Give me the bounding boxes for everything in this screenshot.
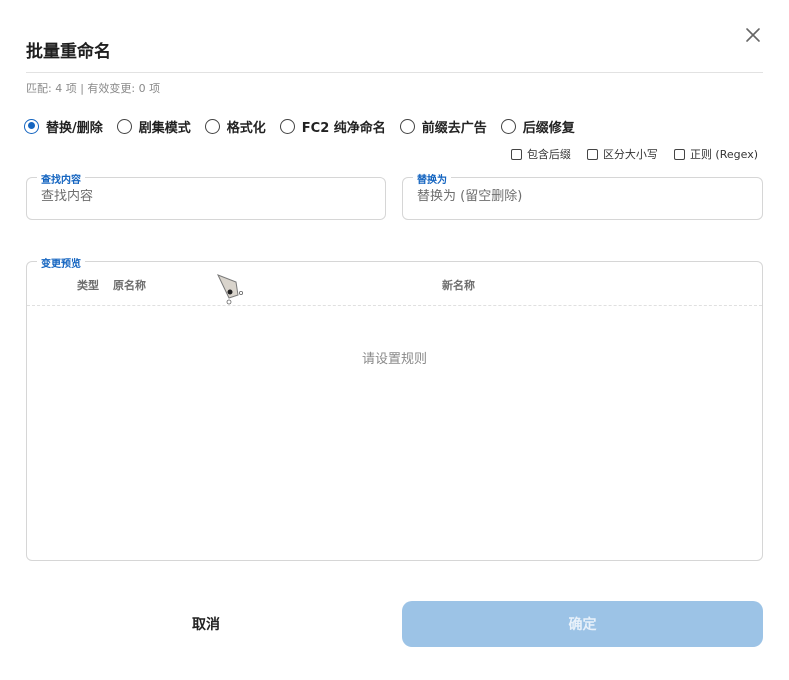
case-sensitive-checkbox[interactable]: 区分大小写 (586, 146, 658, 162)
mouse-cursor-icon (216, 273, 246, 307)
options-group: 包含后缀 区分大小写 正则 (Regex) (495, 146, 758, 162)
checkbox-label: 包含后缀 (526, 148, 571, 161)
column-header-type[interactable]: 类型 (77, 277, 99, 293)
radio-button-checked[interactable] (24, 118, 39, 134)
column-header-original-name[interactable]: 原名称 (113, 277, 146, 293)
mode-suffix-fix[interactable]: 后缀修复 (500, 117, 575, 136)
radio-button[interactable] (500, 118, 516, 134)
mode-label: 剧集模式 (138, 120, 191, 136)
mode-label: FC2 纯净命名 (301, 120, 386, 136)
radio-button[interactable] (399, 118, 415, 134)
mode-episode[interactable]: 剧集模式 (116, 117, 191, 136)
replace-field-legend: 替换为 (413, 171, 451, 186)
preview-table-header: 类型 原名称 新名称 (27, 262, 762, 306)
mode-prefix-ad-removal[interactable]: 前缀去广告 (399, 117, 487, 136)
mode-fc2-clean[interactable]: FC2 纯净命名 (279, 117, 386, 136)
radio-button[interactable] (116, 118, 132, 134)
title-divider (26, 72, 763, 73)
batch-rename-dialog: 批量重命名 匹配: 4 项 | 有效变更: 0 项 替换/删除 剧集模式 格式化… (0, 0, 789, 680)
include-suffix-checkbox[interactable]: 包含后缀 (510, 146, 571, 162)
close-icon[interactable] (742, 24, 764, 46)
confirm-button[interactable]: 确定 (402, 601, 763, 647)
mode-label: 前缀去广告 (421, 120, 487, 136)
cancel-button[interactable]: 取消 (26, 602, 386, 646)
replace-field: 替换为 (402, 171, 763, 220)
checkbox-box[interactable] (586, 148, 598, 160)
dialog-title: 批量重命名 (26, 42, 111, 62)
find-field: 查找内容 (26, 171, 386, 220)
radio-button[interactable] (204, 118, 220, 134)
find-field-legend: 查找内容 (37, 171, 85, 186)
checkbox-label: 正则 (Regex) (689, 148, 758, 161)
mode-format[interactable]: 格式化 (204, 117, 266, 136)
match-info-text: 匹配: 4 项 | 有效变更: 0 项 (26, 82, 161, 95)
mode-label: 替换/删除 (46, 120, 103, 136)
regex-checkbox[interactable]: 正则 (Regex) (673, 146, 758, 162)
checkbox-box[interactable] (673, 148, 685, 160)
checkbox-label: 区分大小写 (602, 148, 658, 161)
mode-label: 格式化 (226, 120, 266, 136)
column-header-new-name[interactable]: 新名称 (442, 277, 475, 293)
find-input[interactable] (41, 189, 371, 204)
mode-label: 后缀修复 (522, 120, 575, 136)
radio-button[interactable] (279, 118, 295, 134)
preview-empty-message: 请设置规则 (361, 352, 427, 367)
checkbox-box[interactable] (510, 148, 522, 160)
replace-input[interactable] (417, 189, 748, 204)
mode-radio-group: 替换/删除 剧集模式 格式化 FC2 纯净命名 前缀去广告 后缀修复 (24, 117, 589, 136)
mode-replace-delete[interactable]: 替换/删除 (24, 117, 103, 136)
change-preview-panel: 变更预览 类型 原名称 新名称 请设置规则 (26, 255, 763, 561)
